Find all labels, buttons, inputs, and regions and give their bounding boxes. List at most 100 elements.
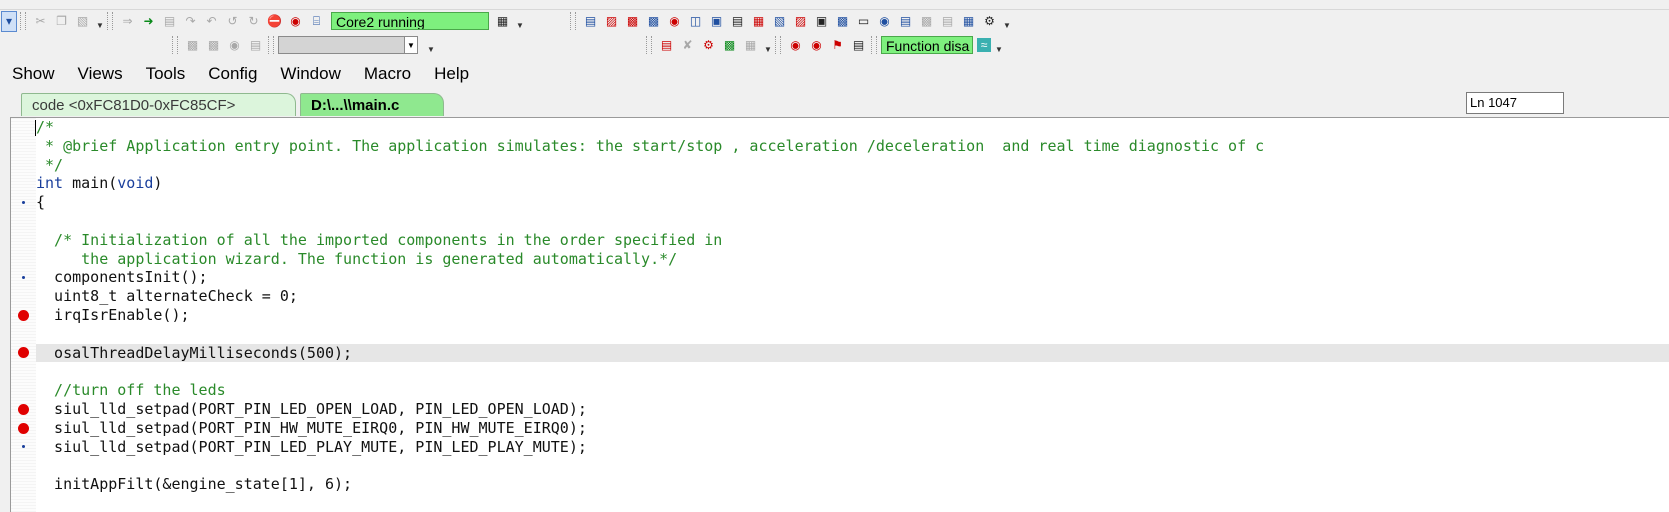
tab-main-c[interactable]: D:\...\\main.c xyxy=(300,93,444,116)
code-line[interactable]: //turn off the leds xyxy=(36,381,1669,400)
breakpoint-icon[interactable] xyxy=(13,419,33,438)
gutter-cell[interactable] xyxy=(13,475,33,494)
code-line[interactable]: the application wizard. The function is … xyxy=(36,250,1669,269)
gutter-cell[interactable] xyxy=(13,325,33,344)
gutter-cell[interactable] xyxy=(13,174,33,193)
step-out-icon[interactable]: ▤ xyxy=(160,12,179,31)
reset-icon[interactable]: ⌸ xyxy=(307,12,326,31)
breakpoint-icon[interactable] xyxy=(13,400,33,419)
code-line[interactable]: uint8_t alternateCheck = 0; xyxy=(36,287,1669,306)
overflow-chevron-icon[interactable]: ▼ xyxy=(763,36,773,54)
bp-clear-icon[interactable]: ◉ xyxy=(807,36,826,55)
peripheral-icon[interactable]: ▧ xyxy=(770,12,789,31)
line-number-indicator[interactable]: Ln 1047 xyxy=(1466,92,1564,114)
toolbar-grip[interactable] xyxy=(775,36,781,54)
overflow-chevron-icon[interactable]: ▼ xyxy=(994,36,1004,54)
watch-icon[interactable]: ◫ xyxy=(686,12,705,31)
grid-icon[interactable]: ▦ xyxy=(741,36,760,55)
hardware-icon[interactable]: ⚙ xyxy=(699,36,718,55)
text-icon[interactable]: ▤ xyxy=(657,36,676,55)
toolbar-grip[interactable] xyxy=(107,12,113,30)
monitor-icon[interactable]: ▩ xyxy=(720,36,739,55)
code-line[interactable]: /* Initialization of all the imported co… xyxy=(36,231,1669,250)
bookmark-icon[interactable]: ▩ xyxy=(204,36,223,55)
code-line[interactable]: siul_lld_setpad(PORT_PIN_LED_PLAY_MUTE, … xyxy=(21,438,1669,457)
gutter-cell[interactable] xyxy=(13,456,33,475)
overflow-chevron-icon[interactable]: ▼ xyxy=(95,12,105,30)
gutter-cell[interactable] xyxy=(13,381,33,400)
gutter-cell[interactable] xyxy=(13,212,33,231)
gutter-cell[interactable] xyxy=(13,287,33,306)
settings-icon[interactable]: ⚙ xyxy=(980,12,999,31)
display-icon[interactable]: ▩ xyxy=(833,12,852,31)
bp-list-icon[interactable]: ▤ xyxy=(849,36,868,55)
step-back-icon[interactable]: ↺ xyxy=(223,12,242,31)
menu-macro[interactable]: Macro xyxy=(352,64,422,84)
gutter-cell[interactable] xyxy=(13,156,33,175)
globe-icon[interactable]: ◉ xyxy=(875,12,894,31)
toolbar-grip[interactable] xyxy=(570,12,576,30)
step-back-icon[interactable]: ↻ xyxy=(244,12,263,31)
code-line[interactable] xyxy=(36,456,1669,475)
context-select[interactable]: ▼ xyxy=(278,36,418,54)
menu-window[interactable]: Window xyxy=(268,64,351,84)
stack-icon[interactable]: ▨ xyxy=(791,12,810,31)
gutter-cell[interactable] xyxy=(13,231,33,250)
code-line[interactable]: int main(void) xyxy=(36,174,1669,193)
code-line[interactable]: osalThreadDelayMilliseconds(500); xyxy=(17,343,1669,363)
toolbar-grip[interactable] xyxy=(172,36,178,54)
code-editor[interactable]: /* * @brief Application entry point. The… xyxy=(10,117,1669,512)
toolbar-grip[interactable] xyxy=(646,36,652,54)
chart-icon[interactable]: ▤ xyxy=(896,12,915,31)
executable-line-dot-icon[interactable] xyxy=(13,268,33,287)
function-icon[interactable]: ≈ xyxy=(977,38,991,52)
book-icon[interactable]: ▩ xyxy=(183,36,202,55)
overflow-chevron-icon[interactable]: ▼ xyxy=(426,36,436,54)
monitor-icon[interactable]: ▭ xyxy=(854,12,873,31)
tab-code-range[interactable]: code <0xFC81D0-0xFC85CF> xyxy=(21,93,296,116)
gutter-cell[interactable] xyxy=(13,362,33,381)
chevron-down-icon[interactable]: ▼ xyxy=(404,37,417,53)
menu-views[interactable]: Views xyxy=(66,64,134,84)
toolbar-grip[interactable] xyxy=(20,12,26,30)
overflow-chevron-icon[interactable]: ▼ xyxy=(1002,12,1012,30)
terminal-icon[interactable]: ▣ xyxy=(707,12,726,31)
breakpoint-icon[interactable] xyxy=(13,306,33,325)
tools-icon[interactable]: ✘ xyxy=(678,36,697,55)
trace-icon[interactable]: ▤ xyxy=(728,12,747,31)
step-asm-icon[interactable]: ↶ xyxy=(202,12,221,31)
disk-icon[interactable]: ◉ xyxy=(225,36,244,55)
menu-tools[interactable]: Tools xyxy=(134,64,197,84)
menu-config[interactable]: Config xyxy=(196,64,268,84)
table-icon[interactable]: ▦ xyxy=(959,12,978,31)
code-line[interactable]: irqIsrEnable(); xyxy=(17,306,1669,325)
gutter-cell[interactable] xyxy=(13,250,33,269)
step-over-icon[interactable]: ↷ xyxy=(181,12,200,31)
breakpoint-icon[interactable] xyxy=(13,344,33,363)
cut-icon[interactable]: ✂ xyxy=(31,12,50,31)
document-icon[interactable]: ▤ xyxy=(246,36,265,55)
code-line[interactable]: { xyxy=(21,193,1669,212)
overflow-chevron-icon[interactable]: ▼ xyxy=(515,12,525,30)
copy-icon[interactable]: ❐ xyxy=(52,12,71,31)
code-line[interactable]: componentsInit(); xyxy=(21,268,1669,287)
step-into-icon[interactable]: ⇒ xyxy=(118,12,137,31)
bp-set-icon[interactable]: ◉ xyxy=(786,36,805,55)
code-line[interactable]: initAppFilt(&engine_state[1], 6); xyxy=(36,475,1669,494)
toolbar-grip[interactable] xyxy=(268,36,274,54)
bp-toggle-icon[interactable]: ⚑ xyxy=(828,36,847,55)
memory-icon[interactable]: ▩ xyxy=(623,12,642,31)
status-options-icon[interactable]: ▦ xyxy=(493,12,512,31)
profile-icon[interactable]: ▦ xyxy=(749,12,768,31)
code-line[interactable] xyxy=(36,212,1669,231)
executable-line-dot-icon[interactable] xyxy=(13,193,33,212)
code-line[interactable]: siul_lld_setpad(PORT_PIN_HW_MUTE_EIRQ0, … xyxy=(17,419,1669,438)
code-line[interactable]: * @brief Application entry point. The ap… xyxy=(36,137,1669,156)
analysis-icon[interactable]: ▣ xyxy=(812,12,831,31)
menu-show[interactable]: Show xyxy=(0,64,66,84)
menu-help[interactable]: Help xyxy=(422,64,480,84)
code-line[interactable] xyxy=(36,362,1669,381)
disassembly-icon[interactable]: ▨ xyxy=(602,12,621,31)
halt-icon[interactable]: ⛔ xyxy=(265,12,284,31)
toolbar-menu-icon[interactable]: ▾ xyxy=(1,10,17,32)
